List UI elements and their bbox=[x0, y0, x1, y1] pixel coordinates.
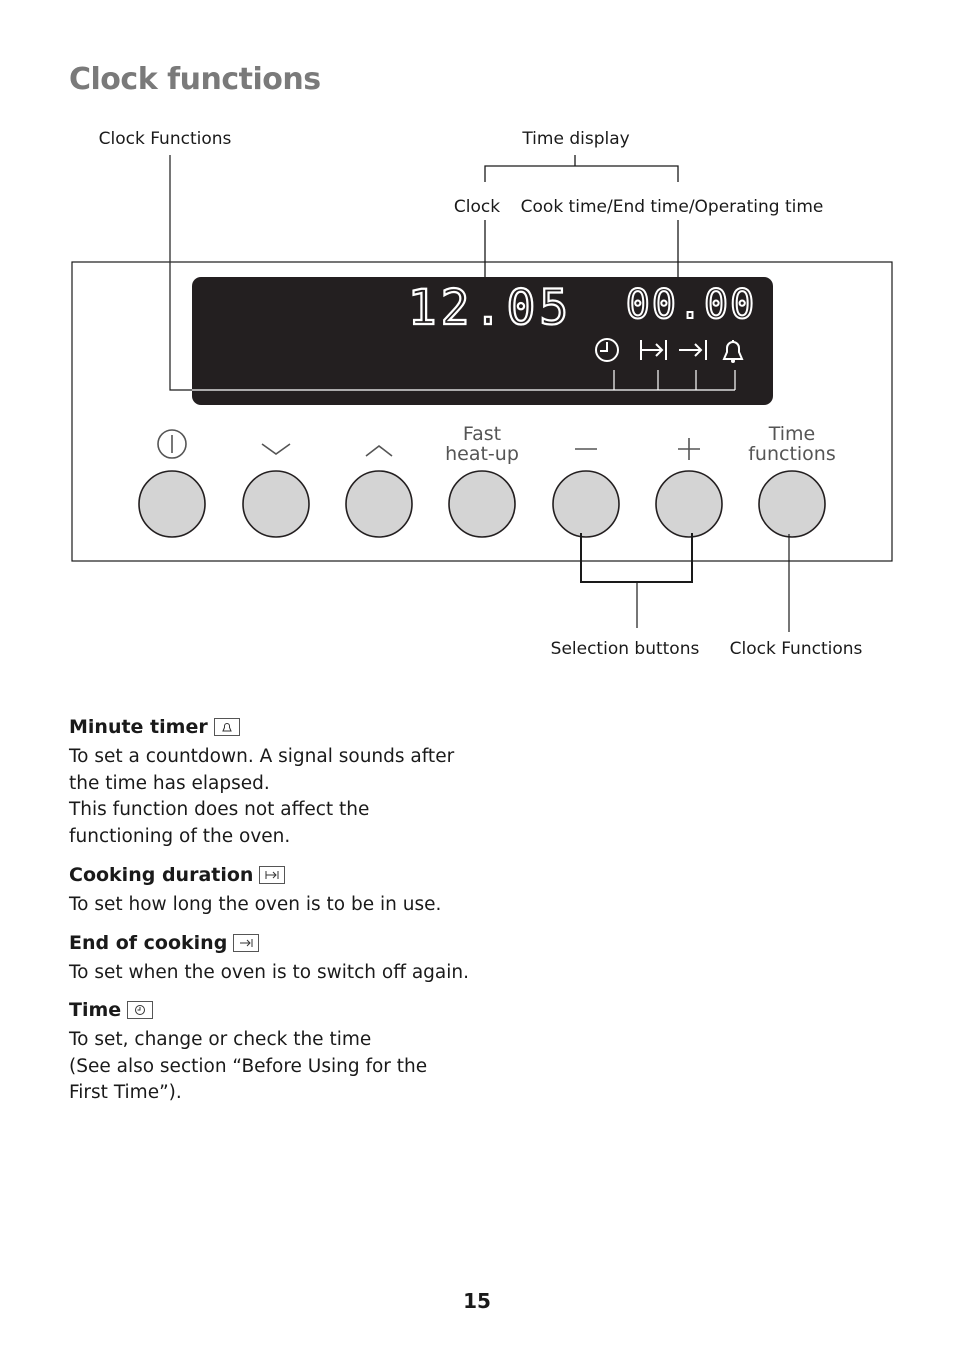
plus-icon bbox=[678, 438, 700, 460]
power-button[interactable] bbox=[138, 470, 206, 538]
section-text: To set, change or check the time bbox=[69, 1029, 372, 1050]
section-text: This function does not affect the functi… bbox=[69, 799, 370, 847]
chevron-up-icon bbox=[365, 444, 393, 457]
chevron-down-icon bbox=[261, 443, 291, 455]
section-text: To set a countdown. A signal sounds afte… bbox=[69, 746, 455, 794]
up-button[interactable] bbox=[345, 470, 413, 538]
clock-readout: 12.05 bbox=[408, 280, 573, 336]
section-heading: End of cooking bbox=[69, 932, 228, 954]
fast-heat-up-label-1: Fast bbox=[463, 423, 501, 445]
time-functions-label-2: functions bbox=[748, 443, 836, 465]
bottom-leader-lines bbox=[580, 533, 790, 632]
fast-heat-up-button[interactable] bbox=[448, 470, 516, 538]
timer-readout: 00.00 bbox=[626, 282, 756, 328]
label-cook-time: Cook time/End time/Operating time bbox=[521, 197, 824, 217]
end-of-cooking-icon bbox=[233, 934, 260, 952]
label-clock-functions-top: Clock Functions bbox=[99, 129, 232, 149]
section-heading: Time bbox=[69, 999, 122, 1021]
plus-button[interactable] bbox=[655, 470, 723, 538]
power-icon bbox=[157, 429, 187, 459]
section-text: To set when the oven is to switch off ag… bbox=[69, 962, 470, 983]
cooking-duration-icon bbox=[259, 866, 286, 884]
time-functions-button[interactable] bbox=[758, 470, 826, 538]
down-button[interactable] bbox=[242, 470, 310, 538]
control-panel-diagram: Clock Functions Time display Clock Cook … bbox=[71, 129, 893, 659]
section-heading: Cooking duration bbox=[69, 864, 254, 886]
label-time-display: Time display bbox=[521, 129, 629, 149]
minus-button[interactable] bbox=[552, 470, 620, 538]
section-end-of-cooking: End of cooking To set when the oven is t… bbox=[69, 932, 489, 987]
section-text: To set how long the oven is to be in use… bbox=[69, 894, 442, 915]
fast-heat-up-label-2: heat-up bbox=[445, 443, 519, 465]
section-time: Time To set, change or check the time (S… bbox=[69, 999, 489, 1107]
label-clock-functions-bottom: Clock Functions bbox=[730, 639, 863, 659]
section-minute-timer: Minute timer To set a countdown. A signa… bbox=[69, 716, 489, 850]
section-cooking-duration: Cooking duration To set how long the ove… bbox=[69, 864, 489, 919]
section-text: (See also section “Before Using for the … bbox=[69, 1055, 428, 1104]
page-number: 15 bbox=[463, 1289, 491, 1313]
time-functions-label-1: Time bbox=[768, 423, 816, 445]
clock-icon bbox=[127, 1001, 154, 1019]
bell-icon bbox=[213, 718, 240, 736]
label-selection-buttons: Selection buttons bbox=[551, 639, 700, 659]
time-display-bracket bbox=[484, 155, 679, 285]
clock-functions-leader-inner bbox=[169, 262, 192, 391]
section-heading: Minute timer bbox=[69, 716, 208, 738]
label-clock: Clock bbox=[454, 197, 500, 217]
